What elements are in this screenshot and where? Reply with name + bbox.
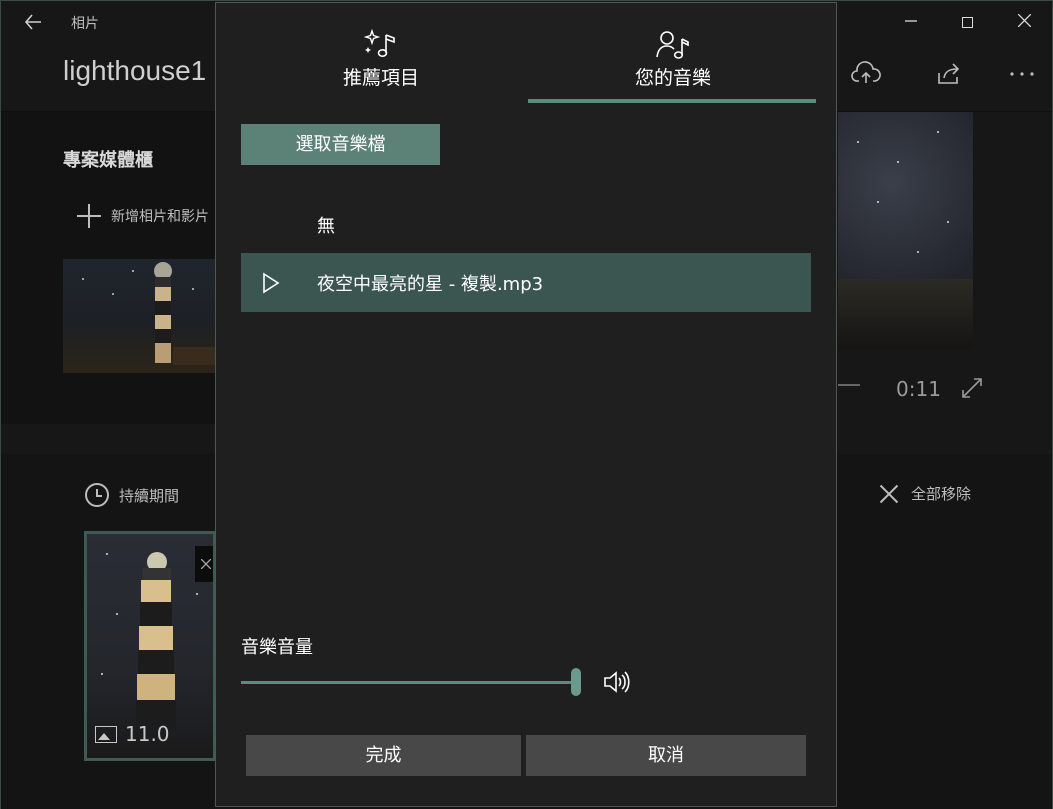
more-options-button[interactable] (1009, 61, 1039, 87)
active-tab-indicator (528, 99, 816, 103)
music-list: 無 夜空中最亮的星 - 複製.mp3 (241, 196, 811, 312)
pick-music-file-button[interactable]: 選取音樂檔 (241, 124, 440, 165)
close-window-button[interactable] (1009, 9, 1039, 35)
upload-cloud-button[interactable] (851, 61, 881, 87)
add-media-label: 新增相片和影片 (111, 209, 209, 225)
more-dots-icon (1010, 72, 1034, 76)
remove-x-icon (879, 484, 899, 504)
remove-all-label: 全部移除 (911, 485, 972, 503)
card-duration: 11.0 (95, 722, 170, 746)
minimize-button[interactable] (896, 9, 926, 35)
storyboard-card[interactable]: 11.0 (84, 531, 216, 761)
lighthouse-image (82, 262, 216, 365)
card-duration-value: 11.0 (125, 722, 170, 746)
list-item-track[interactable]: 夜空中最亮的星 - 複製.mp3 (241, 253, 811, 312)
tab-your-music-label: 您的音樂 (634, 67, 711, 89)
track-label: 無 (317, 215, 335, 237)
close-icon (200, 558, 212, 570)
back-arrow-icon (24, 14, 41, 30)
tab-recommended[interactable]: 推薦項目 (236, 29, 526, 90)
share-icon (938, 63, 960, 84)
card-remove-button[interactable] (195, 546, 213, 582)
tab-recommended-label: 推薦項目 (342, 67, 419, 89)
duration-button[interactable]: 持續期間 (85, 483, 179, 507)
library-title: 專案媒體櫃 (63, 150, 153, 171)
music-dialog: 推薦項目 您的音樂 選取音樂檔 無 夜空中最亮的星 - 複製.mp3 音樂音量 (215, 2, 837, 807)
clock-icon (85, 483, 109, 507)
track-label: 夜空中最亮的星 - 複製.mp3 (317, 273, 544, 295)
add-media-button[interactable]: 新增相片和影片 (77, 204, 209, 228)
preview-time: 0:11 (896, 377, 941, 401)
maximize-icon (961, 17, 973, 28)
cancel-button[interactable]: 取消 (526, 735, 806, 776)
list-item-none[interactable]: 無 (241, 196, 811, 253)
play-icon[interactable] (261, 272, 281, 294)
speaker-button[interactable] (602, 667, 632, 697)
expand-icon (962, 378, 982, 398)
remove-all-button[interactable]: 全部移除 (879, 483, 971, 504)
close-icon (1017, 13, 1031, 28)
done-button[interactable]: 完成 (246, 735, 521, 776)
tab-your-music[interactable]: 您的音樂 (528, 29, 818, 90)
image-icon (95, 725, 117, 743)
video-preview[interactable] (838, 112, 973, 349)
slider-thumb[interactable] (571, 668, 581, 696)
preview-ground (838, 279, 973, 349)
cloud-upload-icon (851, 61, 881, 83)
plus-icon (77, 204, 101, 228)
slider-track[interactable] (241, 681, 576, 684)
app-name: 相片 (71, 16, 99, 32)
playback-progress[interactable] (838, 384, 860, 386)
music-volume-label: 音樂音量 (241, 637, 313, 658)
speaker-volume-icon (604, 671, 630, 693)
expand-button[interactable] (961, 377, 983, 399)
duration-label: 持續期間 (119, 486, 180, 505)
back-button[interactable] (19, 9, 47, 35)
music-volume-slider[interactable] (241, 667, 586, 697)
project-library-panel: 專案媒體櫃 新增相片和影片 (1, 112, 216, 424)
library-thumbnail[interactable] (63, 259, 216, 373)
project-title[interactable]: lighthouse1 (63, 55, 206, 87)
minimize-icon (905, 20, 917, 22)
maximize-button[interactable] (952, 9, 982, 35)
share-button[interactable] (935, 61, 965, 87)
sparkle-music-icon (364, 29, 395, 57)
person-music-icon (656, 31, 689, 59)
